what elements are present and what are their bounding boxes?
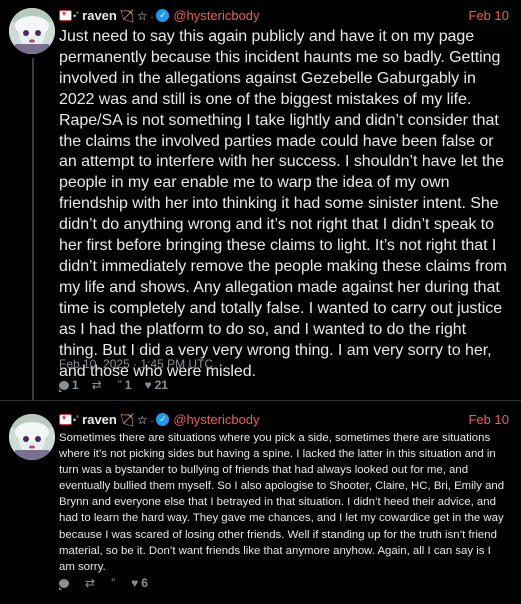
post[interactable]: •˚ raven 🏹 ☆ . ✓ @hystericbody Feb 10 So… — [0, 401, 521, 604]
name-emoji-decoration: •˚ — [59, 10, 79, 21]
reply-button[interactable] — [59, 578, 72, 590]
quote-button[interactable]: ” 1 — [118, 378, 132, 392]
repost-icon: ⇄ — [85, 576, 96, 590]
quote-button[interactable]: ” — [111, 576, 118, 590]
like-button[interactable]: ♥ 6 — [131, 576, 148, 590]
repost-button[interactable]: ⇄ — [92, 378, 105, 392]
like-button[interactable]: ♥ 21 — [144, 378, 167, 392]
post-header: •˚ raven 🏹 ☆ . ✓ @hystericbody Feb 10 — [59, 8, 509, 23]
post-actions: ⇄ ” ♥ 6 — [59, 576, 161, 590]
username-handle[interactable]: @hystericbody — [173, 412, 259, 427]
post-date[interactable]: Feb 10 — [469, 412, 509, 427]
repost-icon: ⇄ — [91, 378, 102, 392]
star-icon: ☆ — [136, 8, 148, 23]
love-letter-icon — [59, 10, 72, 21]
avatar[interactable] — [9, 414, 55, 460]
post[interactable]: •˚ raven 🏹 ☆ . ✓ @hystericbody Feb 10 Ju… — [0, 0, 521, 400]
sparkle-icon: •˚ — [73, 414, 80, 425]
speech-bubble-icon — [59, 578, 69, 590]
quote-icon: ” — [117, 378, 122, 392]
display-name[interactable]: raven — [82, 8, 117, 23]
sparkle-icon: •˚ — [73, 10, 80, 21]
heart-icon: ♥ — [144, 378, 152, 392]
star-icon: ☆ — [136, 412, 148, 427]
heart-icon: ♥ — [131, 576, 139, 590]
username-handle[interactable]: @hystericbody — [173, 8, 259, 23]
reply-button[interactable]: 1 — [59, 378, 79, 392]
post-header: •˚ raven 🏹 ☆ . ✓ @hystericbody Feb 10 — [59, 412, 509, 427]
avatar[interactable] — [9, 8, 55, 54]
post-text: Just need to say this again publicly and… — [59, 28, 507, 380]
post-timestamp[interactable]: Feb 10, 2025 · 1:45 PM UTC — [59, 357, 213, 371]
speech-bubble-icon — [59, 380, 69, 392]
dot-icon: . — [150, 10, 154, 21]
post-date[interactable]: Feb 10 — [469, 8, 509, 23]
reply-count: 1 — [72, 378, 79, 392]
repost-button[interactable]: ⇄ — [85, 576, 98, 590]
verified-badge-icon: ✓ — [156, 9, 170, 22]
verified-badge-icon: ✓ — [156, 413, 170, 426]
love-letter-icon — [59, 414, 72, 425]
quote-count: 1 — [124, 378, 132, 392]
like-count: 6 — [141, 576, 148, 590]
post-text: Sometimes there are situations where you… — [59, 432, 505, 573]
bow-and-arrow-icon: 🏹 — [119, 8, 135, 23]
like-count: 21 — [154, 378, 168, 392]
display-name[interactable]: raven — [82, 412, 117, 427]
bow-and-arrow-icon: 🏹 — [119, 412, 135, 427]
quote-icon: ” — [111, 576, 116, 590]
post-actions: 1 ⇄ ” 1 ♥ 21 — [59, 378, 181, 392]
name-emoji-decoration: •˚ — [59, 414, 79, 425]
dot-icon: . — [150, 414, 154, 425]
